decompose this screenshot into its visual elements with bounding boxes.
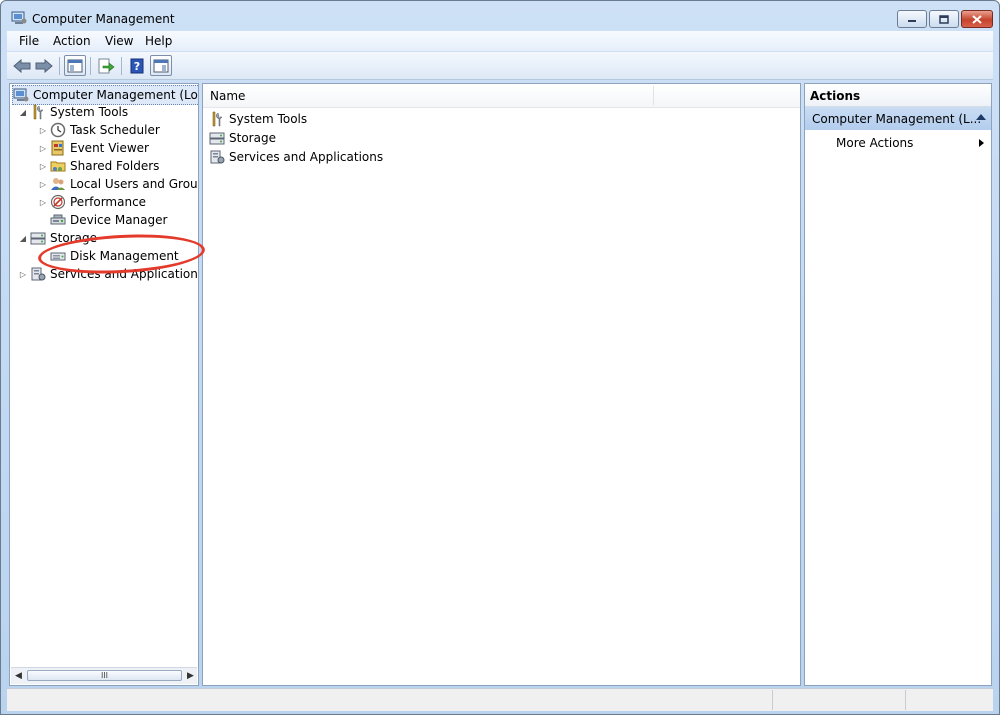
services-icon — [209, 149, 225, 165]
help-button[interactable]: ? — [126, 55, 148, 76]
system-tools-icon — [209, 111, 225, 127]
tree-item-shared-folders[interactable]: ▷ Shared Folders — [38, 157, 159, 175]
scroll-thumb[interactable]: III — [27, 670, 182, 681]
maximize-button[interactable] — [929, 10, 959, 28]
computer-management-icon — [13, 87, 29, 103]
disk-management-icon — [50, 248, 66, 264]
title-bar[interactable]: Computer Management — [1, 1, 999, 33]
computer-management-icon — [11, 11, 27, 25]
show-hide-console-tree-button[interactable] — [64, 55, 86, 76]
maximize-icon — [939, 14, 949, 24]
menu-bar: File Action View Help — [7, 31, 993, 51]
expand-triangle-icon[interactable]: ▷ — [38, 180, 48, 189]
minimize-button[interactable] — [897, 10, 927, 28]
toolbar: ? — [7, 52, 993, 80]
collapse-triangle-icon[interactable]: ◢ — [18, 108, 28, 117]
column-header: Name — [203, 84, 800, 108]
expand-triangle-icon[interactable]: ▷ — [38, 162, 48, 171]
menu-view[interactable]: View — [105, 34, 133, 48]
tree-item-services-and-applications[interactable]: ▷ Services and Applications — [18, 265, 198, 283]
clock-icon — [50, 122, 66, 138]
tree-item-computer-management[interactable]: Computer Management (Local — [12, 85, 198, 105]
expand-triangle-icon[interactable]: ▷ — [38, 198, 48, 207]
column-divider[interactable] — [653, 86, 654, 105]
submenu-arrow-icon[interactable] — [979, 139, 984, 147]
expand-triangle-icon[interactable]: ▷ — [38, 126, 48, 135]
minimize-icon — [908, 20, 916, 22]
action-pane-icon — [153, 59, 169, 72]
shared-folder-icon — [50, 158, 66, 174]
console-tree-pane: Computer Management (Local ◢ System Tool… — [9, 83, 199, 686]
status-bar — [7, 688, 993, 711]
console-tree-icon — [67, 59, 83, 72]
show-hide-action-pane-button[interactable] — [150, 55, 172, 76]
event-viewer-icon — [50, 140, 66, 156]
tree-item-system-tools[interactable]: ◢ System Tools — [18, 103, 128, 121]
storage-icon — [30, 230, 46, 246]
tree-horizontal-scrollbar[interactable]: ◀ III ▶ — [11, 667, 197, 684]
performance-icon — [50, 194, 66, 210]
window-title: Computer Management — [32, 12, 175, 26]
actions-section-computer-management[interactable]: Computer Management (L... — [805, 107, 991, 130]
actions-pane: Actions Computer Management (L... More A… — [804, 83, 992, 686]
close-button[interactable] — [961, 10, 993, 28]
tree-item-disk-management[interactable]: Disk Management — [50, 247, 179, 265]
tree-item-storage[interactable]: ◢ Storage — [18, 229, 97, 247]
expand-triangle-icon[interactable]: ▷ — [18, 270, 28, 279]
tree-item-device-manager[interactable]: Device Manager — [50, 211, 167, 229]
menu-action[interactable]: Action — [53, 34, 91, 48]
tree-item-task-scheduler[interactable]: ▷ Task Scheduler — [38, 121, 160, 139]
list-item-storage[interactable]: Storage — [209, 129, 276, 147]
users-icon — [50, 176, 66, 192]
more-actions-link[interactable]: More Actions — [836, 136, 913, 150]
storage-icon — [209, 130, 225, 146]
collapse-up-icon[interactable] — [976, 114, 986, 120]
scroll-right-icon[interactable]: ▶ — [187, 671, 194, 681]
computer-management-window: Computer Management File Action View Hel… — [0, 0, 1000, 715]
list-item-system-tools[interactable]: System Tools — [209, 110, 307, 128]
forward-button[interactable] — [33, 55, 55, 76]
services-icon — [30, 266, 46, 282]
device-manager-icon — [50, 212, 66, 228]
system-tools-icon — [30, 104, 46, 120]
close-icon — [972, 14, 982, 24]
svg-text:?: ? — [134, 60, 140, 73]
help-icon: ? — [130, 58, 144, 73]
tree-item-event-viewer[interactable]: ▷ Event Viewer — [38, 139, 149, 157]
results-pane: Name System Tools Storage Services and A… — [202, 83, 801, 686]
scroll-left-icon[interactable]: ◀ — [15, 671, 22, 681]
back-button[interactable] — [11, 55, 33, 76]
list-item-services-and-applications[interactable]: Services and Applications — [209, 148, 383, 166]
actions-header: Actions — [805, 84, 991, 107]
collapse-triangle-icon[interactable]: ◢ — [18, 234, 28, 243]
expand-triangle-icon[interactable]: ▷ — [38, 144, 48, 153]
tree-item-local-users-and-groups[interactable]: ▷ Local Users and Groups — [38, 175, 198, 193]
tree-item-performance[interactable]: ▷ Performance — [38, 193, 146, 211]
menu-help[interactable]: Help — [145, 34, 172, 48]
back-arrow-icon — [13, 58, 31, 73]
menu-file[interactable]: File — [19, 34, 39, 48]
forward-arrow-icon — [35, 58, 53, 73]
export-list-button[interactable] — [95, 55, 117, 76]
column-header-name[interactable]: Name — [210, 89, 245, 103]
export-list-icon — [98, 58, 115, 73]
